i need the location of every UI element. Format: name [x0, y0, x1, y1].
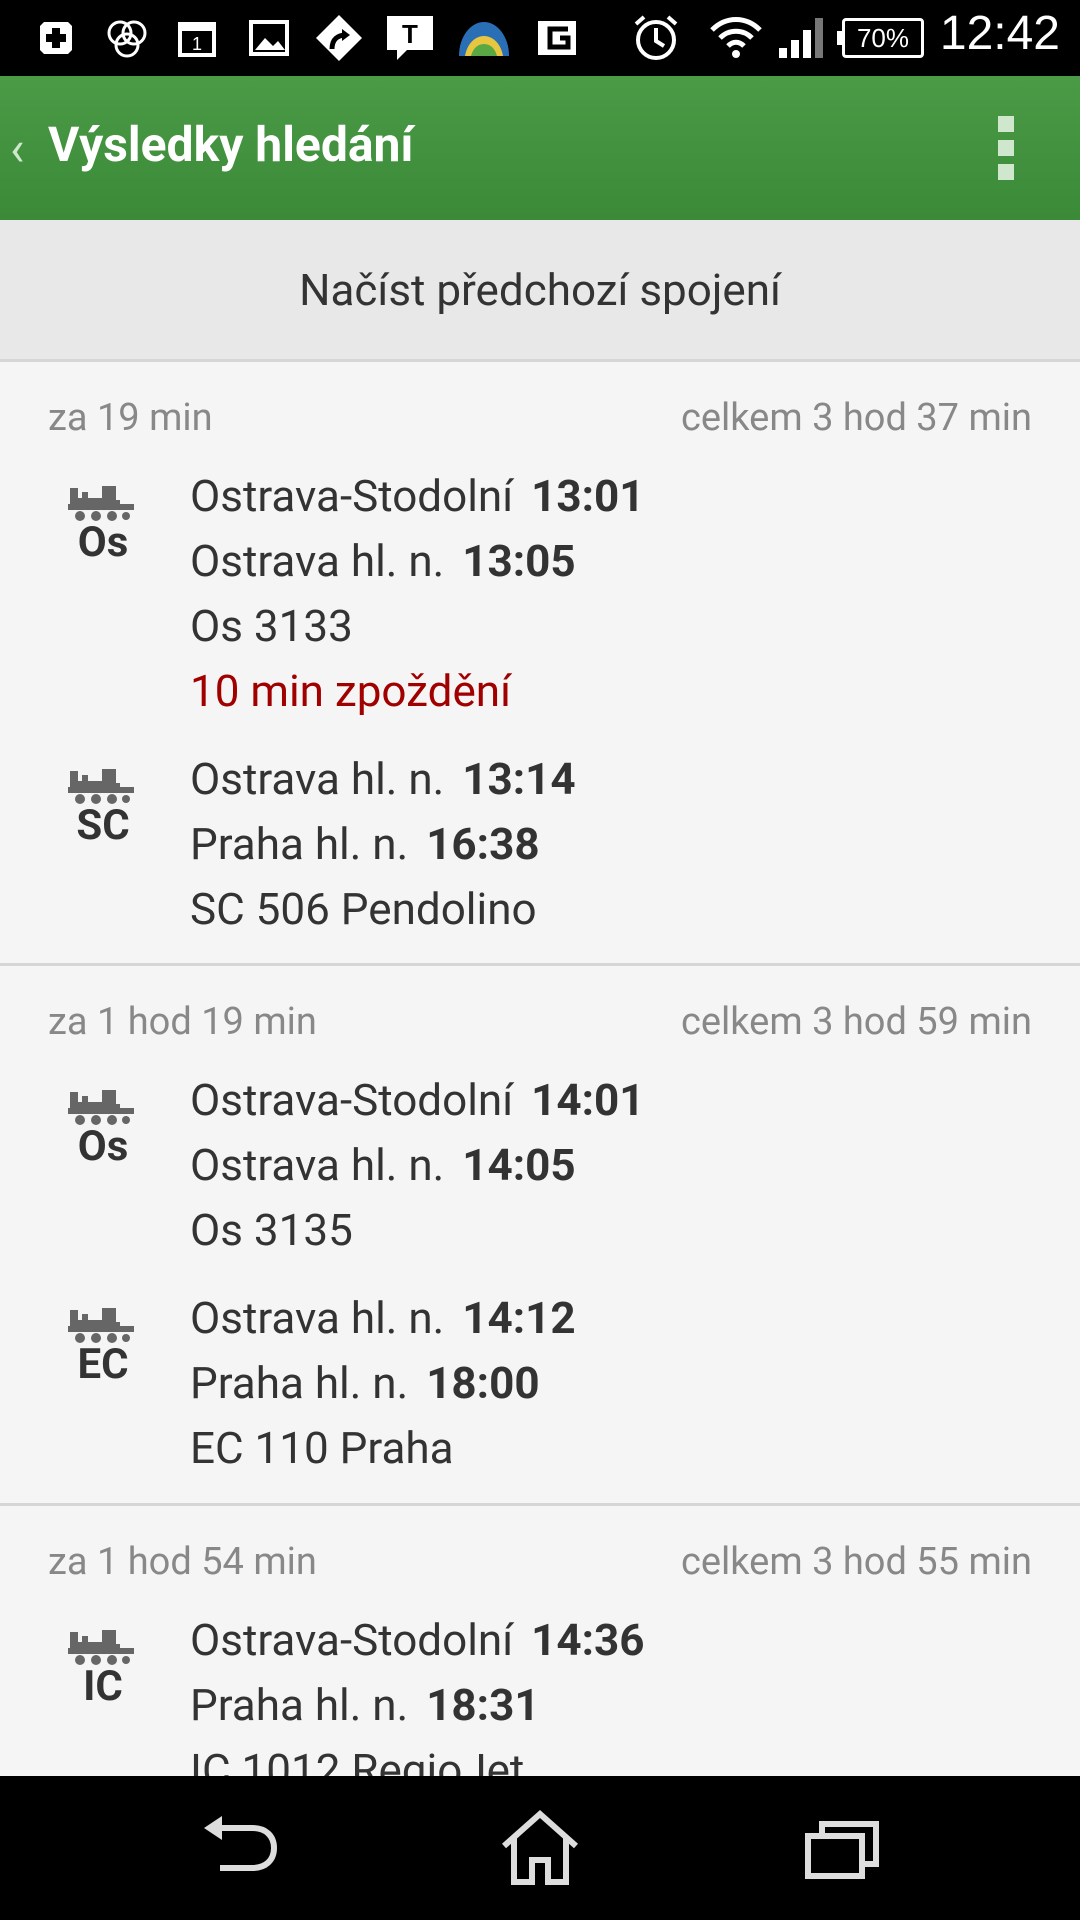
calendar-icon: 1	[174, 14, 220, 62]
leg-arrival: Ostrava hl. n. 13:05	[190, 535, 576, 587]
station-name: Praha hl. n.	[190, 1679, 409, 1731]
connection-header: za 1 hod 19 min celkem 3 hod 59 min	[48, 1000, 1032, 1044]
train-name: Os 3135	[190, 1204, 353, 1256]
station-name: Ostrava-Stodolní	[190, 1074, 514, 1126]
arrival-time: 14:05	[462, 1139, 576, 1191]
status-bar: 1 T 70% 12:42	[0, 0, 1080, 76]
total-duration: celkem 3 hod 59 min	[681, 1000, 1032, 1044]
train-icon	[68, 769, 134, 804]
train-type: Os	[77, 518, 129, 567]
navigation-bar	[0, 1776, 1080, 1920]
connection-item[interactable]: za 19 min celkem 3 hod 37 min Os Ostrava…	[0, 362, 1080, 966]
departs-in: za 1 hod 19 min	[48, 1000, 317, 1044]
arrival-time: 18:00	[426, 1357, 540, 1409]
globe-app-icon	[456, 14, 512, 62]
departure-time: 14:01	[531, 1074, 645, 1126]
connection-list: za 19 min celkem 3 hod 37 min Os Ostrava…	[0, 362, 1080, 1906]
departure-time: 14:12	[462, 1292, 576, 1344]
train-name: SC 506 Pendolino	[190, 883, 537, 935]
connection-item[interactable]: za 1 hod 19 min celkem 3 hod 59 min Os O…	[0, 966, 1080, 1506]
g-app-icon	[532, 14, 582, 62]
alarm-icon	[630, 14, 682, 62]
home-icon[interactable]	[490, 1806, 590, 1890]
departure-time: 14:36	[531, 1614, 645, 1666]
train-type: SC	[76, 801, 130, 850]
departs-in: za 19 min	[48, 396, 213, 440]
leg-arrival: Praha hl. n. 18:00	[190, 1357, 540, 1409]
battery-level: 70%	[856, 22, 910, 53]
leg-arrival: Praha hl. n. 16:38	[190, 818, 540, 870]
leg-departure: Ostrava hl. n. 13:14	[190, 753, 576, 805]
train-name: Os 3133	[190, 600, 353, 652]
back-icon[interactable]	[190, 1806, 290, 1890]
station-name: Ostrava hl. n.	[190, 535, 445, 587]
train-icon	[68, 486, 134, 521]
recent-apps-icon[interactable]	[790, 1806, 890, 1890]
station-name: Praha hl. n.	[190, 1357, 409, 1409]
station-name: Ostrava-Stodolní	[190, 470, 514, 522]
train-type: EC	[77, 1340, 129, 1389]
train-icon	[68, 1308, 134, 1343]
leg-departure: Ostrava hl. n. 14:12	[190, 1292, 576, 1344]
train-icon	[68, 1630, 134, 1665]
train-name: EC 110 Praha	[190, 1422, 454, 1474]
overflow-menu-icon[interactable]	[998, 116, 1018, 180]
station-name: Ostrava hl. n.	[190, 1292, 445, 1344]
chevron-left-icon[interactable]: ‹	[10, 120, 24, 177]
train-icon	[68, 1090, 134, 1125]
arrival-time: 18:31	[426, 1679, 540, 1731]
svg-text:T: T	[402, 19, 418, 49]
train-type: IC	[83, 1662, 123, 1711]
total-duration: celkem 3 hod 37 min	[681, 396, 1032, 440]
arrival-time: 13:05	[462, 535, 576, 587]
station-name: Praha hl. n.	[190, 818, 409, 870]
total-duration: celkem 3 hod 55 min	[681, 1540, 1032, 1584]
image-icon	[246, 14, 292, 62]
station-name: Ostrava hl. n.	[190, 753, 445, 805]
leg-departure: Ostrava-Stodolní 14:01	[190, 1074, 644, 1126]
clock: 12:42	[939, 7, 1060, 60]
leg-arrival: Ostrava hl. n. 14:05	[190, 1139, 576, 1191]
departure-time: 13:14	[462, 753, 576, 805]
departure-time: 13:01	[531, 470, 645, 522]
leg-departure: Ostrava-Stodolní 13:01	[190, 470, 644, 522]
train-type: Os	[77, 1122, 129, 1171]
load-previous-button[interactable]: Načíst předchozí spojení	[0, 220, 1080, 362]
text-message-icon: T	[384, 14, 436, 62]
leg-departure: Ostrava-Stodolní 14:36	[190, 1614, 644, 1666]
leg-arrival: Praha hl. n. 18:31	[190, 1679, 540, 1731]
arrival-time: 16:38	[426, 818, 540, 870]
wifi-icon	[708, 14, 764, 62]
signal-icon	[774, 14, 830, 62]
connection-header: za 1 hod 54 min celkem 3 hod 55 min	[48, 1540, 1032, 1584]
svg-text:1: 1	[192, 34, 202, 54]
plus-badge-icon	[34, 14, 78, 62]
battery-icon: 70%	[837, 18, 924, 58]
app-bar: ‹ Výsledky hledání	[0, 76, 1080, 220]
page-title[interactable]: Výsledky hledání	[48, 116, 414, 173]
maps-icon	[310, 14, 368, 62]
departs-in: za 1 hod 54 min	[48, 1540, 317, 1584]
connection-header: za 19 min celkem 3 hod 37 min	[48, 396, 1032, 440]
triangle-knot-icon	[102, 14, 152, 62]
delay-notice: 10 min zpoždění	[190, 665, 511, 717]
station-name: Ostrava hl. n.	[190, 1139, 445, 1191]
station-name: Ostrava-Stodolní	[190, 1614, 514, 1666]
